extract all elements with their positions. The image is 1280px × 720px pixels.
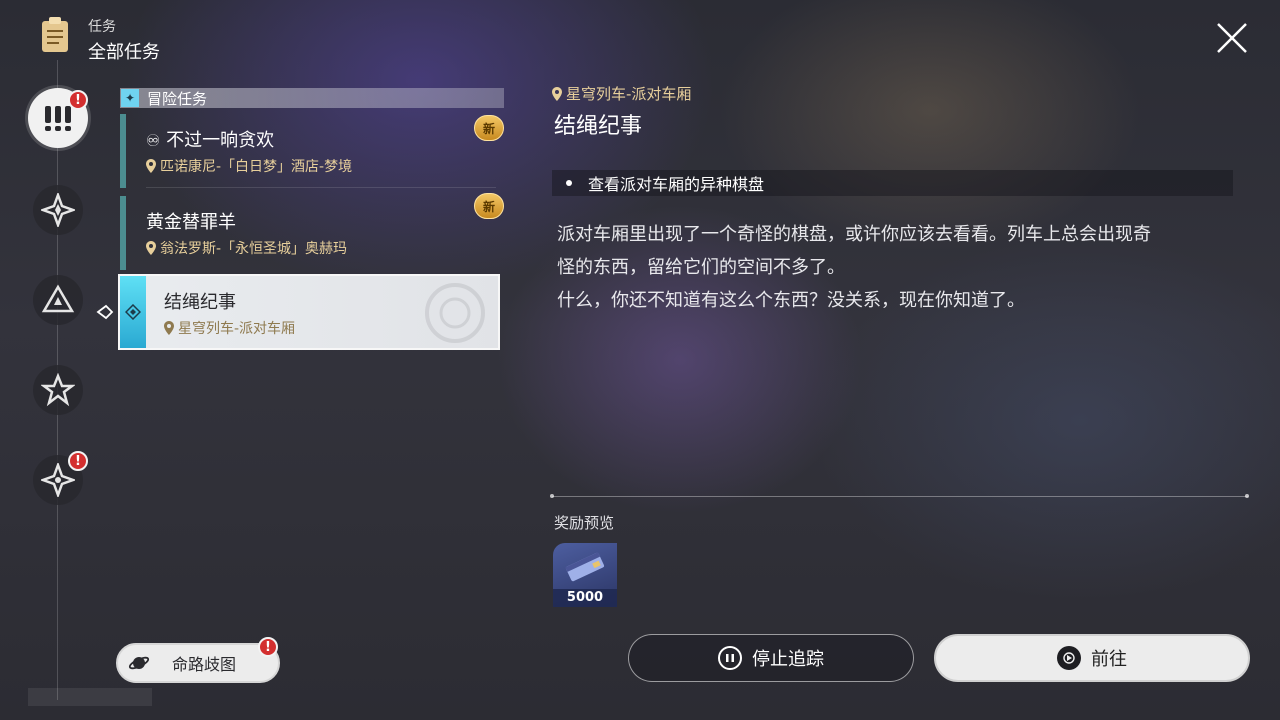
star-icon xyxy=(41,373,75,407)
header-category: 任务 xyxy=(88,19,116,35)
triangle-star-icon xyxy=(41,284,75,313)
divider-dot xyxy=(1245,494,1249,498)
quest-bar xyxy=(120,114,126,188)
quest-location: 翁法罗斯-「永恒圣城」奥赫玛 xyxy=(146,238,347,258)
pause-icon xyxy=(718,646,742,670)
path-map-label: 命路歧图 xyxy=(172,655,237,674)
page-title: 全部任务 xyxy=(88,42,160,63)
credit-card-icon xyxy=(565,552,605,582)
location-pin-icon xyxy=(552,86,562,101)
alert-badge-all: ! xyxy=(68,90,88,110)
objective-row: 查看派对车厢的异种棋盘 xyxy=(552,170,1233,196)
description-line: 派对车厢里出现了一个奇怪的棋盘，或许你应该去看看。列车上总会出现奇 xyxy=(557,224,1151,245)
exclamation-icon xyxy=(45,106,71,131)
quest-divider xyxy=(146,187,496,188)
planet-icon xyxy=(128,656,150,670)
close-icon[interactable] xyxy=(1212,18,1252,58)
reward-item[interactable]: 5000 xyxy=(553,543,617,607)
quest-title: 结绳纪事 xyxy=(164,292,236,313)
detail-location: 星穹列车-派对车厢 xyxy=(552,83,691,104)
go-label: 前往 xyxy=(1091,649,1127,670)
location-pin-icon xyxy=(164,321,174,335)
quest-emblem-watermark xyxy=(425,283,485,343)
mission-clipboard-icon xyxy=(42,17,68,52)
quest-bar xyxy=(120,276,146,348)
description-line: 什么，你还不知道有这么个东西？没关系，现在你知道了。 xyxy=(557,290,1025,311)
alert-badge-path-map: ! xyxy=(258,637,278,657)
bullet-dot xyxy=(566,180,572,186)
reward-label: 奖励预览 xyxy=(554,514,615,532)
rail-tab-companion[interactable] xyxy=(33,275,83,325)
stop-tracking-label: 停止追踪 xyxy=(752,649,824,670)
quest-item-selected[interactable]: 结绳纪事 星穹列车-派对车厢 xyxy=(118,274,500,350)
detail-title: 结绳纪事 xyxy=(554,114,643,139)
new-badge: 新 xyxy=(474,115,504,141)
detail-description: 派对车厢里出现了一个奇怪的棋盘，或许你应该去看看。列车上总会出现奇 怪的东西，留… xyxy=(557,218,1237,317)
quest-bar xyxy=(120,196,126,270)
rail-tab-trailblaze[interactable] xyxy=(33,185,83,235)
quest-item[interactable]: ♾ 不过一晌贪欢 匹诺康尼-「白日梦」酒店-梦境 新 xyxy=(120,114,504,188)
footer-placeholder xyxy=(28,688,152,706)
objective-text: 查看派对车厢的异种棋盘 xyxy=(588,175,765,194)
stop-tracking-button[interactable]: 停止追踪 xyxy=(628,634,914,682)
section-header: ✦ 冒险任务 xyxy=(120,88,504,108)
diamond-star-icon xyxy=(41,193,75,227)
quest-title: 黄金替罪羊 xyxy=(146,212,236,233)
new-badge: 新 xyxy=(474,193,504,219)
selected-arrow-icon xyxy=(96,304,114,320)
section-label: 冒险任务 xyxy=(147,89,208,108)
compass-star-icon xyxy=(41,463,75,497)
description-line: 怪的东西，留给它们的空间不多了。 xyxy=(557,257,845,278)
location-pin-icon xyxy=(146,159,156,173)
reward-divider xyxy=(552,496,1248,497)
diamond-icon xyxy=(125,304,141,320)
path-map-button[interactable]: 命路歧图 xyxy=(116,643,280,683)
location-pin-icon xyxy=(146,241,156,255)
quest-location: 匹诺康尼-「白日梦」酒店-梦境 xyxy=(146,156,352,176)
quest-location: 星穹列车-派对车厢 xyxy=(164,318,295,338)
quest-title: ♾ 不过一晌贪欢 xyxy=(146,130,275,151)
go-arrow-icon xyxy=(1057,646,1081,670)
dream-quest-icon: ♾ xyxy=(146,131,161,150)
reward-quantity: 5000 xyxy=(553,589,617,607)
section-diamond-icon: ✦ xyxy=(121,89,139,107)
go-button[interactable]: 前往 xyxy=(934,634,1250,682)
divider-dot xyxy=(550,494,554,498)
quest-item[interactable]: 黄金替罪羊 翁法罗斯-「永恒圣城」奥赫玛 新 xyxy=(120,193,504,270)
rail-tab-daily[interactable] xyxy=(33,365,83,415)
alert-badge-adventure: ! xyxy=(68,451,88,471)
